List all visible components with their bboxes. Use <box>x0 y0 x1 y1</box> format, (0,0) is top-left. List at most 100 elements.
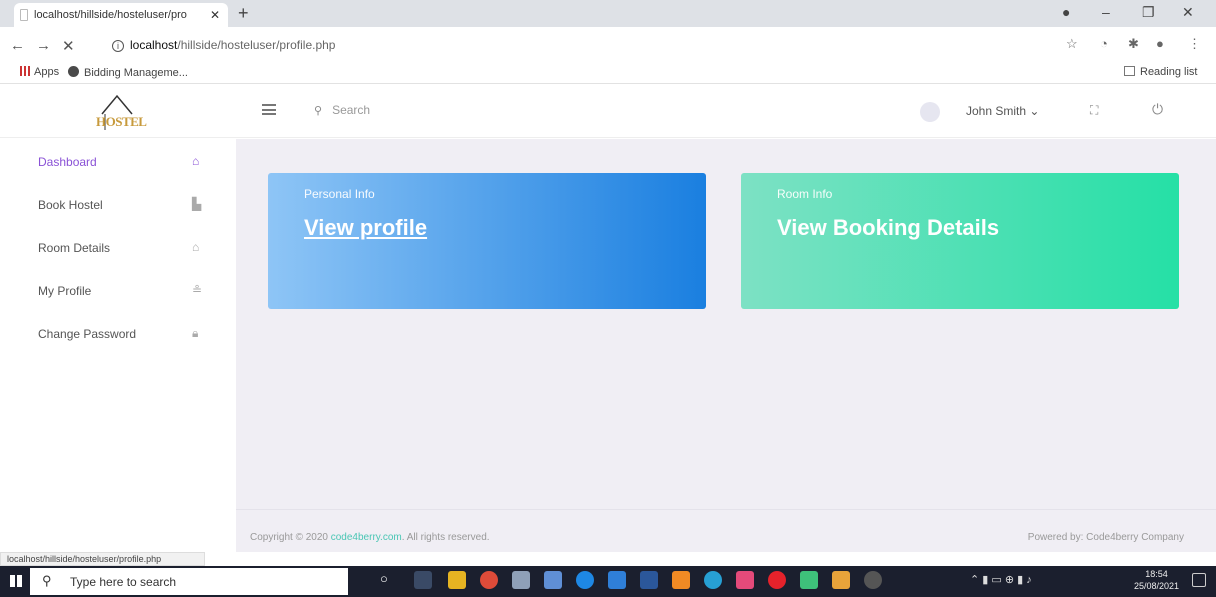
app-header: HOSTEL ⚲ Search John Smith ⌄ ⛶ ⏻ <box>0 84 1216 138</box>
restore-icon[interactable]: ❐ <box>1142 4 1155 21</box>
windows-start-icon[interactable] <box>10 575 22 587</box>
browser-tab[interactable]: localhost/hillside/hosteluser/pro ✕ <box>14 3 228 27</box>
profile-circle-icon[interactable]: ● <box>1062 4 1070 20</box>
bookmark-bidding[interactable]: Bidding Manageme... <box>68 66 188 79</box>
user-menu[interactable]: John Smith ⌄ <box>966 104 1039 118</box>
footer: Copyright © 2020 code4berry.com. All rig… <box>236 509 1216 552</box>
copyright-text: Copyright © 2020 code4berry.com. All rig… <box>250 532 490 543</box>
sidebar-item-label: Dashboard <box>38 155 97 169</box>
chrome-icon[interactable] <box>480 571 498 589</box>
menu-kebab-icon[interactable]: ⋮ <box>1188 36 1201 52</box>
hostel-logo[interactable]: HOSTEL <box>96 90 147 132</box>
settings-icon[interactable] <box>512 571 530 589</box>
powered-by-text: Powered by: Code4berry Company <box>1027 532 1184 543</box>
sidebar-item-label: Change Password <box>38 327 137 341</box>
window-close-icon[interactable]: ✕ <box>1182 4 1194 21</box>
clock-date: 25/08/2021 <box>1134 581 1180 591</box>
bank-icon: ⌂ <box>192 240 200 254</box>
reading-list-icon <box>1124 66 1135 76</box>
bookmark-bidding-label: Bidding Manageme... <box>84 67 188 79</box>
room-info-card: Room Info View Booking Details <box>741 173 1179 309</box>
clock[interactable]: 18:54 25/08/2021 <box>1134 568 1179 592</box>
copyright-prefix: Copyright © 2020 <box>250 532 331 543</box>
avatar[interactable] <box>920 102 940 122</box>
bed-icon: ▙ <box>192 197 202 211</box>
taskbar-search[interactable]: ⚲ Type here to search <box>30 568 348 595</box>
personal-info-card: Personal Info View profile <box>268 173 706 309</box>
url-field[interactable]: i localhost/hillside/hosteluser/profile.p… <box>112 38 335 52</box>
sidebar-item-room-details[interactable]: Room Details ⌂ <box>38 239 208 259</box>
puzzle-icon[interactable]: ✱ <box>1128 36 1139 52</box>
view-profile-link[interactable]: View profile <box>304 215 427 241</box>
notification-icon[interactable] <box>1192 573 1206 587</box>
lock-icon: 🔒︎ <box>192 326 199 340</box>
main-content: Personal Info View profile Room Info Vie… <box>236 139 1216 552</box>
edge-icon[interactable] <box>576 571 594 589</box>
clock-time: 18:54 <box>1145 569 1168 579</box>
stop-icon[interactable]: ✕ <box>62 37 75 55</box>
new-tab-button[interactable]: + <box>238 3 249 24</box>
sidebar-item-label: Book Hostel <box>38 198 103 212</box>
extension-icon[interactable]: ◔ <box>1100 36 1108 51</box>
reading-list[interactable]: Reading list <box>1124 66 1197 78</box>
url-path: /hillside/hosteluser/profile.php <box>177 38 336 52</box>
sidebar-item-label: Room Details <box>38 241 111 255</box>
sidebar-item-my-profile[interactable]: My Profile ≗ <box>38 282 208 302</box>
taskbar-search-text: Type here to search <box>70 575 177 589</box>
view-booking-details-link[interactable]: View Booking Details <box>777 215 999 241</box>
forward-icon[interactable]: → <box>36 37 51 54</box>
bookmarks-bar: Apps Bidding Manageme... Reading list <box>0 62 1216 84</box>
card-subtitle: Room Info <box>777 187 833 201</box>
link-status-bar: localhost/hillside/hosteluser/profile.ph… <box>0 552 205 566</box>
address-bar: ← → ✕ i localhost/hillside/hosteluser/pro… <box>0 27 1216 62</box>
bookmark-apps[interactable]: Apps <box>20 66 59 78</box>
code4berry-link[interactable]: code4berry.com <box>331 532 402 543</box>
card-subtitle: Personal Info <box>304 187 375 201</box>
sidebar-item-label: My Profile <box>38 284 92 298</box>
sidebar-item-change-password[interactable]: Change Password 🔒︎ <box>38 325 208 345</box>
sidebar: Dashboard ⌂ Book Hostel ▙ Room Details ⌂… <box>0 139 236 552</box>
search-placeholder: Search <box>332 103 371 117</box>
close-tab-icon[interactable]: ✕ <box>210 8 220 22</box>
store-icon[interactable] <box>544 571 562 589</box>
menu-toggle-icon[interactable] <box>262 104 276 115</box>
cortana-icon[interactable]: ○ <box>380 571 398 589</box>
info-icon[interactable]: i <box>112 40 124 52</box>
browser-tab-bar: localhost/hillside/hosteluser/pro ✕ + ● … <box>0 0 1216 27</box>
copyright-suffix: . All rights reserved. <box>401 532 490 543</box>
xampp-icon[interactable] <box>736 571 754 589</box>
edge-new-icon[interactable] <box>704 571 722 589</box>
user-icon: ≗ <box>192 283 203 297</box>
obs-icon[interactable] <box>864 571 882 589</box>
system-tray-icons[interactable]: ⌃ ▮ ▭ ⊕ ▮ ♪ <box>970 573 1032 586</box>
file-explorer-icon[interactable] <box>448 571 466 589</box>
back-icon[interactable]: ← <box>10 37 25 54</box>
mail-icon[interactable] <box>608 571 626 589</box>
url-host: localhost <box>130 38 178 52</box>
opera-icon[interactable] <box>768 571 786 589</box>
search-icon: ⚲ <box>42 573 52 588</box>
star-icon[interactable]: ☆ <box>1066 36 1078 52</box>
reading-list-label: Reading list <box>1140 66 1198 78</box>
apps-grid-icon <box>20 66 30 76</box>
minimize-icon[interactable]: – <box>1102 4 1110 20</box>
bookmark-apps-label: Apps <box>34 66 60 78</box>
tab-title: localhost/hillside/hosteluser/pro <box>34 9 187 21</box>
account-icon[interactable]: ● <box>1156 36 1164 51</box>
search-box[interactable]: ⚲ Search <box>314 103 370 117</box>
word-icon[interactable] <box>640 571 658 589</box>
taskbar: ⚲ Type here to search ○ ⌃ ▮ ▭ ⊕ ▮ ♪ 18:54… <box>0 566 1216 597</box>
page-icon <box>20 9 28 21</box>
site-icon <box>68 66 79 77</box>
sublime-icon[interactable] <box>832 571 850 589</box>
search-icon: ⚲ <box>314 105 323 117</box>
logout-icon[interactable]: ⏻ <box>1152 101 1163 118</box>
task-view-icon[interactable] <box>414 571 432 589</box>
vlc-icon[interactable] <box>672 571 690 589</box>
fullscreen-icon[interactable]: ⛶ <box>1090 103 1098 118</box>
home-icon: ⌂ <box>192 154 200 168</box>
logo-text: HOSTEL <box>96 114 147 129</box>
sidebar-item-book-hostel[interactable]: Book Hostel ▙ <box>38 196 208 216</box>
app-icon[interactable] <box>800 571 818 589</box>
sidebar-item-dashboard[interactable]: Dashboard ⌂ <box>38 153 208 173</box>
